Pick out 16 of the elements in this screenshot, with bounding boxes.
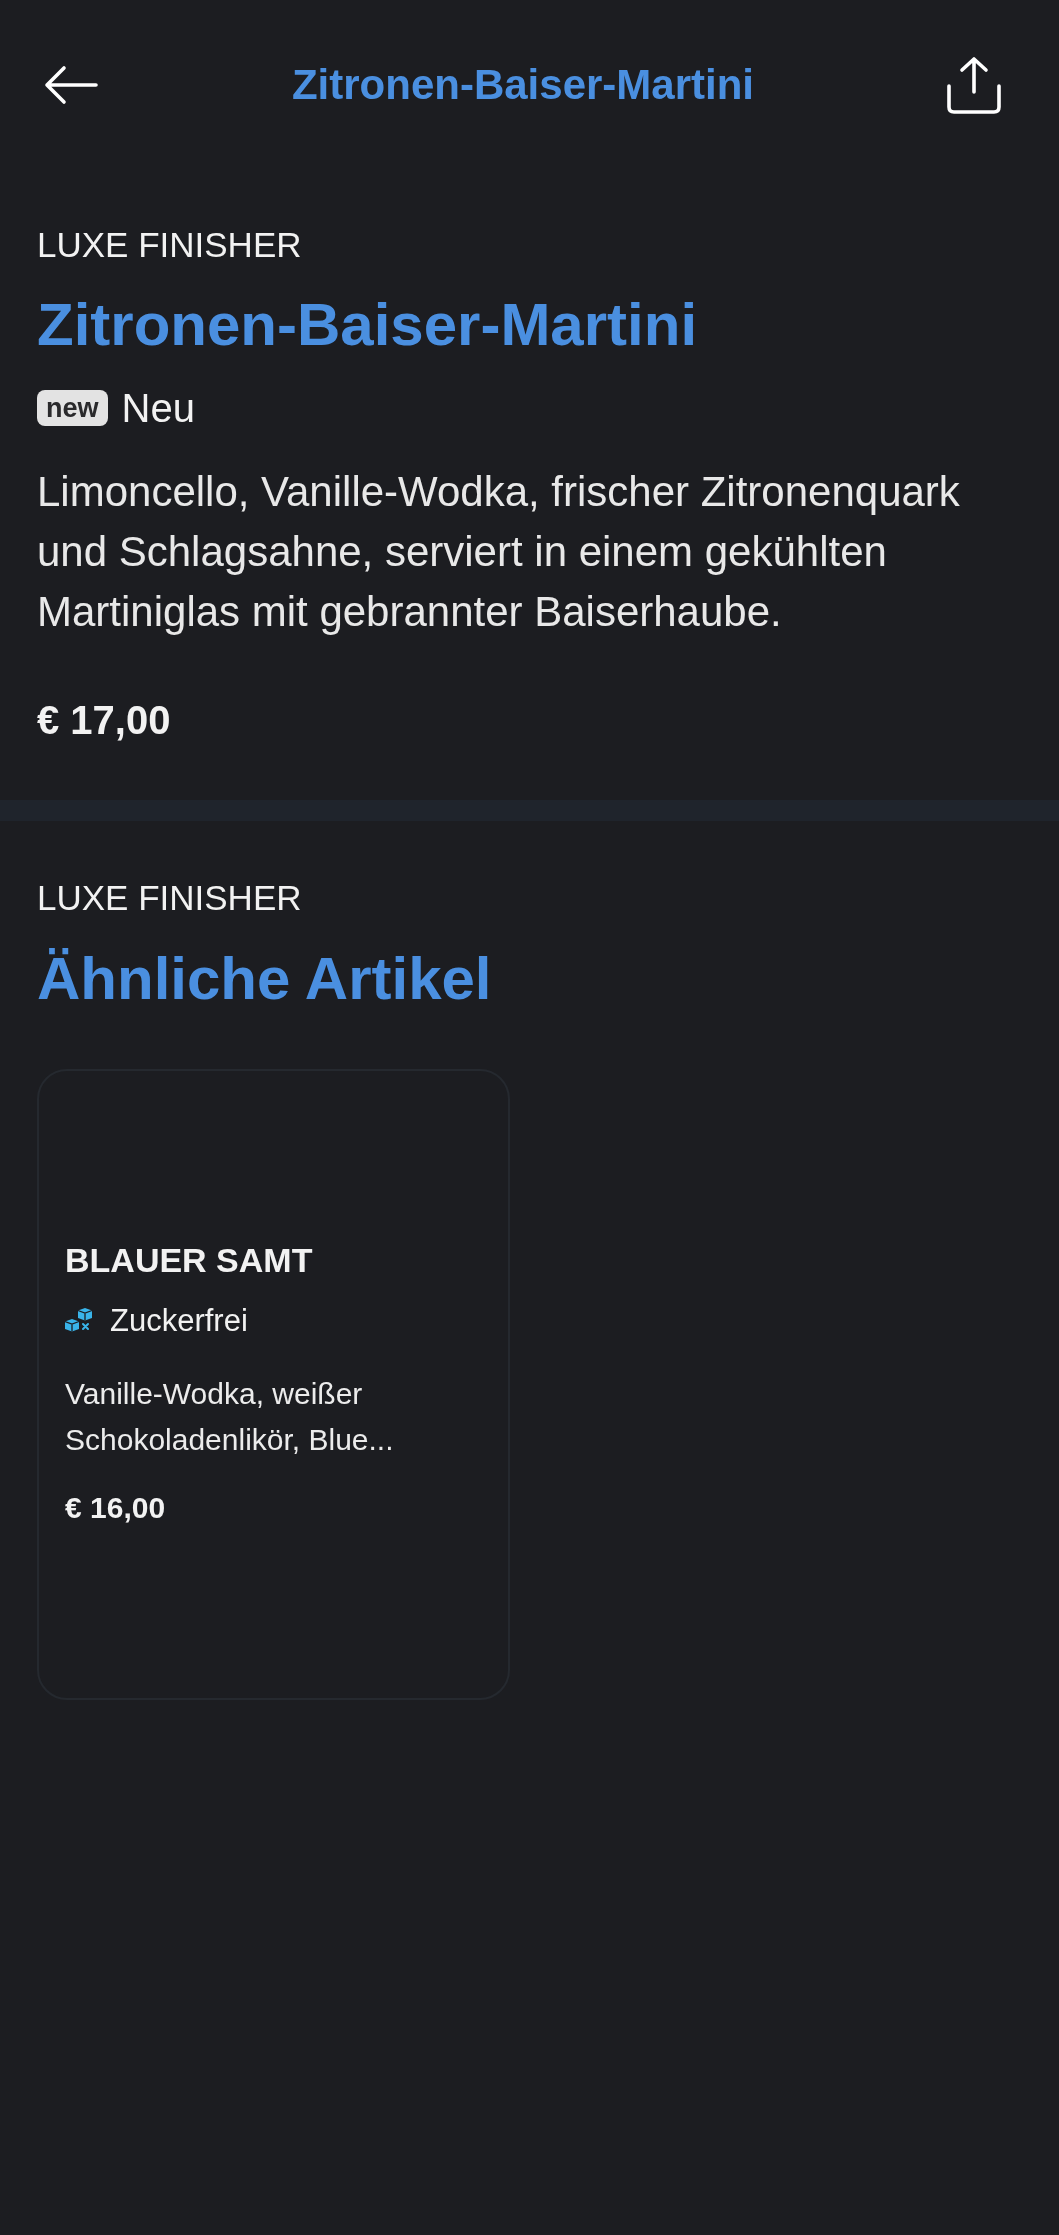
item-description: Limoncello, Vanille-Wodka, frischer Zitronenquark und Schlagsahne, serviert in einem gekühlten Martiniglas mit gebrannter Baiserhaube. (37, 467, 961, 637)
item-price: € 17,00 (37, 697, 171, 744)
share-button[interactable] (945, 56, 1003, 114)
product-card[interactable]: BLAUER SAMT Zuckerfrei Vanille-Wodka, weißer Schokoladenlikör, Blue... € 16,00 (37, 1069, 510, 1700)
card-title: BLAUER SAMT (65, 1240, 313, 1281)
section-title: Ähnliche Artikel (37, 944, 492, 1014)
back-button[interactable] (43, 65, 99, 105)
new-badge: new (37, 390, 108, 426)
card-description: Vanille-Wodka, weißer Schokoladenlikör, Blue... (65, 1376, 395, 1458)
tag-label: Zuckerfrei (110, 1302, 248, 1340)
category-label: LUXE FINISHER (37, 224, 302, 266)
status-label: Neu (121, 385, 195, 432)
card-price: € 16,00 (65, 1490, 166, 1526)
item-title: Zitronen-Baiser-Martini (37, 290, 698, 360)
header-title: Zitronen-Baiser-Martini (291, 60, 754, 110)
category-label: LUXE FINISHER (37, 877, 302, 919)
